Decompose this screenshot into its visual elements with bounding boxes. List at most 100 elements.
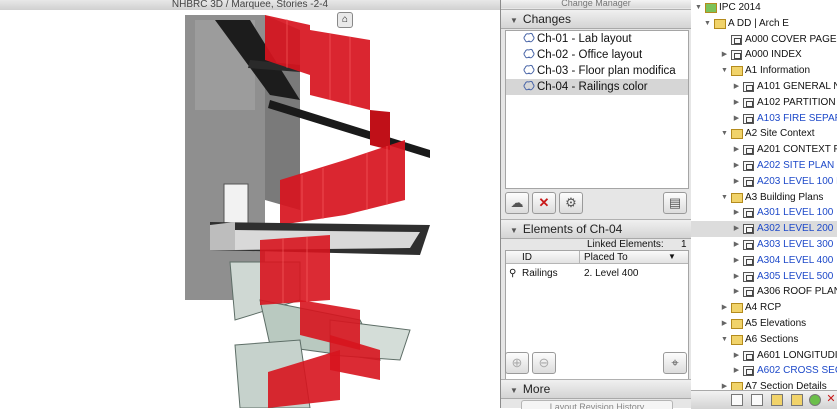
new-layout-icon[interactable] [731, 394, 743, 406]
navigator-item[interactable]: ▼ A6 Sections [691, 332, 837, 348]
disclosure-right-icon[interactable]: ▶ [732, 142, 741, 158]
link-element-button[interactable]: ⊕ [505, 352, 529, 374]
disclosure-right-icon[interactable]: ▶ [720, 316, 729, 332]
linked-elements-label: Linked Elements: [587, 239, 664, 250]
change-settings-button[interactable]: ⚙ [559, 192, 583, 214]
navigator-item[interactable]: ▶ A601 LONGITUDIN [691, 348, 837, 364]
change-item[interactable]: Ch-03 - Floor plan modifica [506, 63, 688, 79]
disclosure-right-icon[interactable]: ▶ [732, 237, 741, 253]
disclosure-down-icon: ▼ [510, 226, 518, 235]
new-master-icon[interactable] [751, 394, 763, 406]
change-item-selected[interactable]: Ch-04 - Railings color [506, 79, 688, 95]
folder-icon [731, 334, 743, 345]
navigator-item-label: A202 SITE PLAN [757, 160, 835, 171]
navigator-item[interactable]: ▶ A102 PARTITION A [691, 95, 837, 111]
navigator-item[interactable]: ▶ A4 RCP [691, 300, 837, 316]
disclosure-right-icon[interactable]: ▶ [720, 300, 729, 316]
navigator-item[interactable]: ▼ A DD | Arch E [691, 16, 837, 32]
navigator-item[interactable]: ▶ A304 LEVEL 400 [691, 253, 837, 269]
disclosure-right-icon[interactable]: ▶ [732, 269, 741, 285]
disclosure-down-icon[interactable]: ▼ [703, 16, 712, 32]
sort-arrow-icon[interactable]: ▼ [668, 252, 676, 261]
cloud-icon [523, 32, 535, 43]
navigator-item[interactable]: ▶ A305 LEVEL 500 [691, 269, 837, 285]
disclosure-down-icon[interactable]: ▼ [720, 63, 729, 79]
change-item[interactable]: Ch-01 - Lab layout [506, 31, 688, 47]
linked-elements-count: 1 [681, 239, 687, 250]
navigator-item-label: A303 LEVEL 300 [757, 239, 834, 250]
disclosure-down-icon[interactable]: ▼ [694, 0, 703, 16]
navigator-item-label: A101 GENERAL NO [757, 81, 837, 92]
changes-list[interactable]: Ch-01 - Lab layout Ch-02 - Office layout… [505, 30, 689, 189]
navigator-item[interactable]: ▶ A202 SITE PLAN [691, 158, 837, 174]
disclosure-right-icon[interactable]: ▶ [732, 205, 741, 221]
changes-section-header[interactable]: ▼ Changes [501, 9, 691, 29]
export-icon: ▤ [668, 195, 682, 210]
table-row[interactable]: ⚲ Railings 2. Level 400 [506, 266, 688, 281]
view-icon[interactable]: ⌂ [337, 12, 353, 28]
change-label: Ch-03 - Floor plan modifica [537, 65, 676, 77]
navigator-item[interactable]: ▶ A000 INDEX [691, 47, 837, 63]
disclosure-right-icon[interactable]: ▶ [732, 363, 741, 379]
disclosure-right-icon[interactable]: ▶ [732, 95, 741, 111]
navigator-item[interactable]: ▶ A302 LEVEL 200 [691, 221, 837, 238]
navigator-item[interactable]: ▶ A301 LEVEL 100 [691, 205, 837, 221]
disclosure-right-icon[interactable]: ▶ [720, 47, 729, 63]
delete-icon[interactable]: ✕ [825, 394, 837, 406]
cloud-icon [523, 48, 535, 59]
layout-sheet-icon [743, 350, 754, 361]
navigator-item[interactable]: ▶ A203 LEVEL 100 P [691, 174, 837, 190]
disclosure-right-icon[interactable]: ▶ [732, 348, 741, 364]
layout-sheet-icon [731, 34, 742, 45]
navigator-item[interactable]: ▶ A101 GENERAL NO [691, 79, 837, 95]
disclosure-right-icon[interactable]: ▶ [732, 284, 741, 300]
navigator-item[interactable]: ▼ A3 Building Plans [691, 190, 837, 206]
navigator-item-label: A103 FIRE SEPARA [757, 112, 837, 124]
refresh-icon[interactable] [809, 394, 821, 406]
unlink-icon: ⊖ [538, 355, 550, 370]
navigator-item-label: A5 Elevations [745, 318, 807, 329]
navigator-item[interactable]: ▶ A303 LEVEL 300 [691, 237, 837, 253]
layout-sheet-icon [743, 97, 754, 108]
navigator-item[interactable]: ▼ IPC 2014 [691, 0, 837, 16]
element-icon: ⚲ [509, 268, 517, 279]
elements-section-header[interactable]: ▼ Elements of Ch-04 [501, 219, 691, 239]
disclosure-down-icon[interactable]: ▼ [720, 190, 729, 206]
disclosure-right-icon[interactable]: ▶ [732, 221, 741, 237]
navigator-item[interactable]: ▼ A2 Site Context [691, 126, 837, 142]
folder-icon [731, 192, 743, 203]
navigator-item[interactable]: ▶ A602 CROSS SECT [691, 363, 837, 379]
new-change-icon: ☁ [510, 195, 524, 210]
unlink-element-button[interactable]: ⊖ [532, 352, 556, 374]
disclosure-down-icon[interactable]: ▼ [720, 332, 729, 348]
elements-header-label: Elements of Ch-04 [522, 222, 623, 236]
navigator-item[interactable]: ▶ A306 ROOF PLAN [691, 284, 837, 300]
navigator-toolbar: ✕ [691, 390, 837, 409]
3d-viewport[interactable]: NHBRC 3D / Marquee, Stories -2-4 ⌂ [0, 0, 500, 408]
navigator-item[interactable]: ▶ A5 Elevations [691, 316, 837, 332]
export-changes-button[interactable]: ▤ [663, 192, 687, 214]
navigator-item-label: A2 Site Context [745, 128, 815, 140]
navigator-item[interactable]: ▶ A201 CONTEXT PL [691, 142, 837, 158]
disclosure-right-icon[interactable]: ▶ [732, 79, 741, 95]
navigator-item-label: A102 PARTITION A [757, 96, 837, 108]
disclosure-right-icon[interactable]: ▶ [732, 158, 741, 174]
select-elements-button[interactable]: ⌖ [663, 352, 687, 374]
new-folder-icon[interactable] [771, 394, 783, 406]
disclosure-right-icon[interactable]: ▶ [732, 111, 741, 127]
navigator-item[interactable]: A000 COVER PAGE [691, 32, 837, 48]
disclosure-down-icon[interactable]: ▼ [720, 126, 729, 142]
navigator-item-label: A201 CONTEXT PL [757, 144, 837, 156]
navigator-item-label: A6 Sections [745, 333, 799, 345]
more-section-header[interactable]: ▼ More [501, 379, 691, 399]
disclosure-right-icon[interactable]: ▶ [732, 174, 741, 190]
change-item[interactable]: Ch-02 - Office layout [506, 47, 688, 63]
navigator-item[interactable]: ▶ A103 FIRE SEPARA [691, 111, 837, 127]
new-subset-icon[interactable] [791, 394, 803, 406]
navigator-item[interactable]: ▼ A1 Information [691, 63, 837, 79]
disclosure-right-icon[interactable]: ▶ [732, 253, 741, 269]
new-change-button[interactable]: ☁ [505, 192, 529, 214]
delete-change-button[interactable]: ✕ [532, 192, 556, 214]
column-header-id[interactable]: ID [506, 251, 580, 264]
viewport-title: NHBRC 3D / Marquee, Stories -2-4 [0, 0, 500, 10]
